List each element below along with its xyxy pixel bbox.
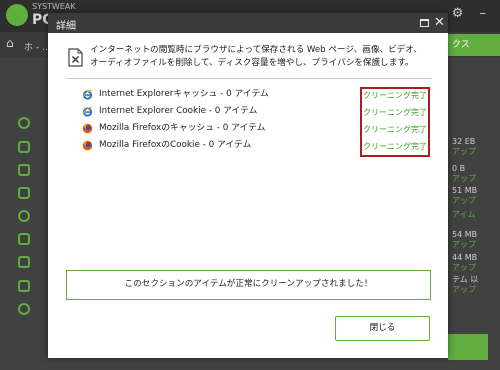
- bg-status-value: アップ: [452, 147, 476, 156]
- breadcrumb[interactable]: ホ - ..: [24, 40, 48, 53]
- list-item: Mozilla Firefoxのキャッシュ - 0 アイテム: [82, 122, 342, 136]
- bg-status-value: アップ: [452, 240, 476, 249]
- bg-status-value: アップ: [452, 285, 476, 294]
- home-icon[interactable]: ⌂: [6, 36, 14, 50]
- status-text: クリーニング完了: [363, 125, 427, 134]
- dialog-title: 詳細: [56, 21, 76, 32]
- row-check-icon[interactable]: [18, 303, 30, 315]
- row-check-icon[interactable]: [18, 117, 30, 129]
- row-checkbox[interactable]: [18, 187, 30, 199]
- bg-size-value: 44 MB: [452, 253, 478, 262]
- row-checkbox[interactable]: [18, 141, 30, 153]
- item-label: Internet Explorerキャッシュ - 0 アイテム: [99, 89, 269, 99]
- bg-size-value: 0 B: [452, 164, 466, 173]
- list-item: Internet Explorer Cookie - 0 アイテム: [82, 105, 342, 119]
- item-label: Mozilla FirefoxのCookie - 0 アイテム: [99, 140, 252, 150]
- list-item: Internet Explorerキャッシュ - 0 アイテム: [82, 88, 342, 102]
- dialog-titlebar: [48, 13, 448, 33]
- firefox-icon: [82, 140, 93, 151]
- internet-explorer-icon: [82, 90, 93, 100]
- bg-status-value: アップ: [452, 263, 476, 272]
- maximize-icon[interactable]: [420, 19, 429, 27]
- bg-status-value: アップ: [452, 174, 476, 183]
- bg-size-value: 54 MB: [452, 230, 478, 239]
- section-description: インターネットの閲覧時にブラウザによって保存される Web ページ、画像、ビデオ…: [90, 45, 422, 68]
- divider: [66, 78, 432, 79]
- row-check-icon[interactable]: [18, 210, 30, 222]
- details-dialog: 詳細 ✕ インターネットの閲覧時にブラウザによって保存される Web ページ、画…: [48, 13, 448, 358]
- status-text: クリーニング完了: [363, 91, 427, 100]
- item-label: Internet Explorer Cookie - 0 アイテム: [99, 106, 258, 116]
- row-checkbox[interactable]: [18, 164, 30, 176]
- status-text: クリーニング完了: [363, 142, 427, 151]
- list-item: Mozilla FirefoxのCookie - 0 アイテム: [82, 139, 342, 153]
- close-button[interactable]: 閉じる: [335, 316, 430, 341]
- status-highlight-box: クリーニング完了 クリーニング完了 クリーニング完了 クリーニング完了: [360, 87, 430, 157]
- bg-status-value: アイム: [452, 210, 476, 219]
- bg-status-value: アップ: [452, 196, 476, 205]
- row-checkbox[interactable]: [18, 280, 30, 292]
- app-tab-right[interactable]: クス: [448, 34, 500, 56]
- item-label: Mozilla Firefoxのキャッシュ - 0 アイテム: [99, 123, 266, 133]
- document-delete-icon: [68, 48, 83, 67]
- app-window-controls[interactable]: ⚙ –: [452, 6, 492, 21]
- firefox-icon: [82, 123, 93, 134]
- internet-explorer-icon: [82, 107, 93, 117]
- app-action-button[interactable]: [448, 334, 488, 360]
- app-logo-small-text: SYSTWEAK: [32, 2, 76, 11]
- status-text: クリーニング完了: [363, 108, 427, 117]
- row-checkbox[interactable]: [18, 233, 30, 245]
- app-logo-icon: [6, 4, 28, 26]
- close-icon[interactable]: ✕: [434, 14, 445, 32]
- bg-size-value: 51 MB: [452, 186, 478, 195]
- bg-size-value: 32 EB: [452, 137, 476, 146]
- row-checkbox[interactable]: [18, 256, 30, 268]
- result-message: このセクションのアイテムが正常にクリーンアップされました！: [66, 270, 431, 300]
- bg-size-value: テム 以: [452, 275, 479, 284]
